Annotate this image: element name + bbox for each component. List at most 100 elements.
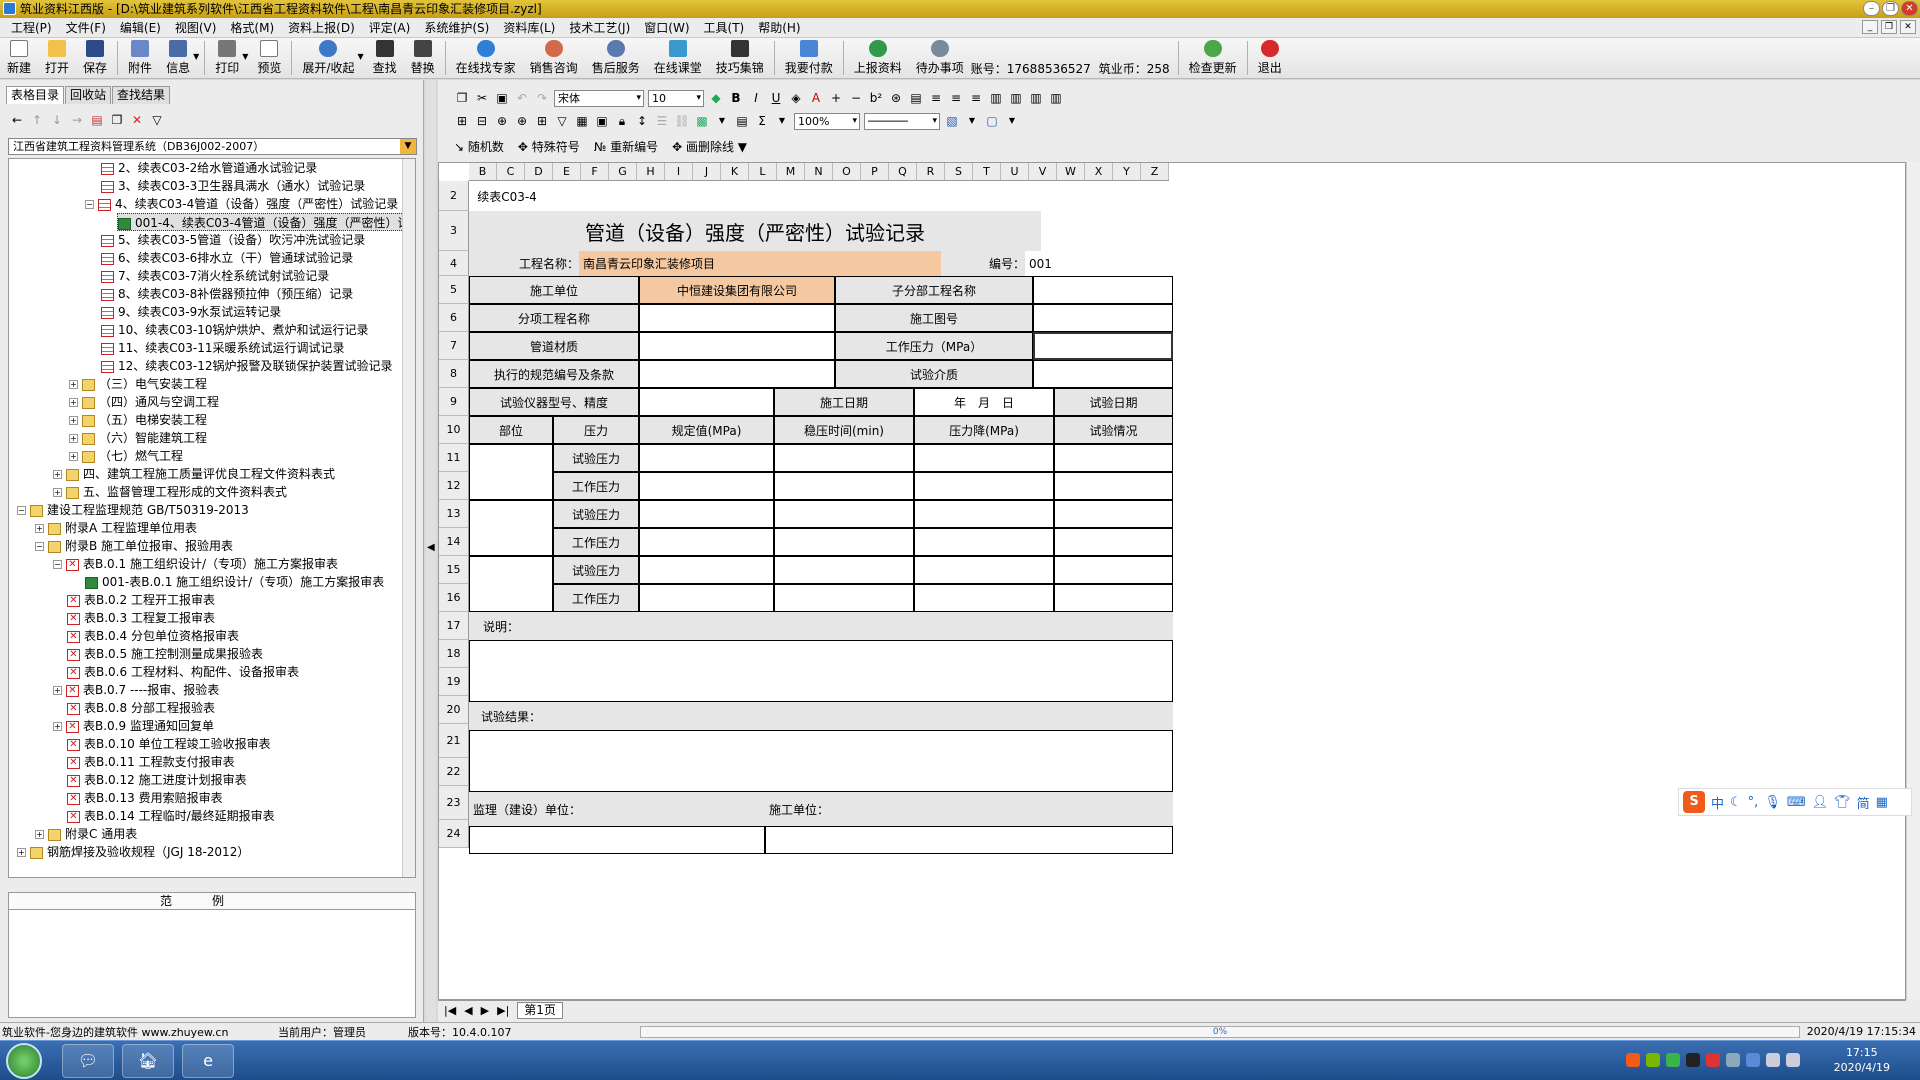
collapse-icon[interactable]: −	[53, 560, 62, 569]
arrow-up-icon[interactable]: ↑	[30, 113, 44, 127]
first-sheet-icon[interactable]: |◀	[444, 1004, 456, 1017]
spec-value-field[interactable]	[639, 500, 774, 528]
project-name-field[interactable]: 南昌青云印象汇装修项目	[579, 251, 941, 276]
expand-icon[interactable]: +	[53, 722, 62, 731]
tab-table-catalog[interactable]: 表格目录	[6, 86, 65, 104]
exit-button[interactable]: 退出	[1251, 38, 1289, 78]
sum-dropdown-icon[interactable]: ▼	[774, 113, 790, 129]
mdi-restore-button[interactable]: ❐	[1881, 20, 1897, 34]
menu-format[interactable]: 格式(M)	[223, 19, 281, 36]
tree-item[interactable]: ✕ 表B.0.12 施工进度计划报审表	[67, 771, 247, 789]
tree-item[interactable]: ✕ 表B.0.13 费用索赔报审表	[67, 789, 223, 807]
align-center-icon[interactable]: ≡	[948, 90, 964, 106]
column-header-cell[interactable]: Q	[889, 163, 917, 180]
tree-item[interactable]: − 4、续表C03-4管道（设备）强度（严密性）试验记录	[85, 195, 398, 213]
print-button[interactable]: 打印	[208, 38, 246, 78]
tree-item[interactable]: ✕ 表B.0.3 工程复工报审表	[67, 609, 215, 627]
qq-tray-icon[interactable]	[1686, 1053, 1700, 1067]
time-value-field[interactable]	[774, 528, 914, 556]
save-button[interactable]: 保存	[76, 38, 114, 78]
undo-icon[interactable]: ↶	[514, 90, 530, 106]
column-header-cell[interactable]: J	[693, 163, 721, 180]
barcode2-icon[interactable]: ▥	[1028, 90, 1044, 106]
spec-value-field[interactable]	[639, 584, 774, 612]
superscript-icon[interactable]: b²	[868, 90, 884, 106]
status-value-field[interactable]	[1054, 584, 1173, 612]
special-symbol-button[interactable]: ✥ 特殊符号	[518, 138, 580, 155]
column-header-cell[interactable]: H	[637, 163, 665, 180]
text-color-icon[interactable]: ◆	[708, 90, 724, 106]
tree-item[interactable]: + ✕ 表B.0.9 监理通知回复单	[53, 717, 214, 735]
menu-help[interactable]: 帮助(H)	[751, 19, 807, 36]
sub-project-field[interactable]	[1033, 276, 1173, 304]
online-class-button[interactable]: 在线课堂	[647, 38, 709, 78]
sales-consult-button[interactable]: 销售咨询	[523, 38, 585, 78]
column-header-cell[interactable]: P	[861, 163, 889, 180]
drawing-no-field[interactable]	[1033, 304, 1173, 332]
expand-icon[interactable]: +	[69, 398, 78, 407]
column-header-cell[interactable]: D	[525, 163, 553, 180]
tree-item[interactable]: 8、续表C03-8补偿器预拉伸（预压缩）记录	[101, 285, 353, 303]
row-header-cell[interactable]: 19	[439, 668, 469, 696]
collapse-icon[interactable]: −	[85, 200, 94, 209]
column-header-cell[interactable]: M	[777, 163, 805, 180]
arrow-left-icon[interactable]: ←	[10, 113, 24, 127]
tree-item[interactable]: + 钢筋焊接及验收规程（JGJ 18-2012）	[17, 843, 249, 861]
column-header-cell[interactable]: S	[945, 163, 973, 180]
font-select[interactable]: 宋体	[554, 89, 644, 107]
result-field[interactable]	[553, 702, 1173, 730]
start-button[interactable]	[6, 1043, 42, 1079]
fill-color-icon[interactable]: ◈	[788, 90, 804, 106]
minimize-button[interactable]: –	[1863, 1, 1880, 16]
tree-item[interactable]: + （五）电梯安装工程	[69, 411, 207, 429]
font-color-icon[interactable]: A	[808, 90, 824, 106]
status-value-field[interactable]	[1054, 500, 1173, 528]
standard-field[interactable]	[639, 360, 835, 388]
column-header-cell[interactable]: I	[665, 163, 693, 180]
expand-collapse-button[interactable]: 展开/收起	[295, 38, 361, 78]
mdi-close-button[interactable]: ✕	[1900, 20, 1916, 34]
moon-icon[interactable]: ☾	[1730, 795, 1742, 810]
picture-icon[interactable]: ▩	[694, 113, 710, 129]
underline-icon[interactable]: U	[768, 90, 784, 106]
ie-taskbar-icon[interactable]: e	[182, 1044, 234, 1078]
merge-icon[interactable]: ⊞	[454, 113, 470, 129]
picture-dropdown-icon[interactable]: ▼	[714, 113, 730, 129]
tree-item[interactable]: + 四、建筑工程施工质量评优良工程文件资料表式	[53, 465, 335, 483]
item-project-field[interactable]	[639, 304, 835, 332]
preview-button[interactable]: 预览	[250, 38, 288, 78]
status-value-field[interactable]	[1054, 444, 1173, 472]
tab-recycle-bin[interactable]: 回收站	[65, 86, 112, 104]
tree-item[interactable]: − 附录B 施工单位报审、报验用表	[35, 537, 233, 555]
spec-value-field[interactable]	[639, 472, 774, 500]
spec-value-field[interactable]	[639, 528, 774, 556]
column-header-cell[interactable]: C	[497, 163, 525, 180]
lock-icon[interactable]: 🔒︎	[614, 113, 630, 129]
line-style-select[interactable]: ──────	[864, 112, 940, 130]
builder-sign-field[interactable]	[765, 826, 1173, 854]
row-header-cell[interactable]: 22	[439, 758, 469, 786]
ime-mode[interactable]: 中	[1711, 793, 1724, 812]
keyboard-icon[interactable]: ⌨	[1787, 795, 1806, 810]
signal-tray-icon[interactable]	[1786, 1053, 1800, 1067]
copy-format-icon[interactable]: ❐	[454, 90, 470, 106]
row-header-cell[interactable]: 7	[439, 332, 469, 360]
last-sheet-icon[interactable]: ▶|	[497, 1004, 509, 1017]
tab-search-results[interactable]: 查找结果	[112, 86, 171, 104]
expand-icon[interactable]: +	[17, 848, 26, 857]
construction-date-field[interactable]: 年 月 日	[914, 388, 1054, 416]
tree-item[interactable]: ✕ 表B.0.10 单位工程竣工验收报审表	[67, 735, 271, 753]
instrument-field[interactable]	[639, 388, 774, 416]
drop-value-field[interactable]	[914, 472, 1054, 500]
align-distribute-icon[interactable]: ▥	[988, 90, 1004, 106]
column-header-cell[interactable]: U	[1001, 163, 1029, 180]
renumber-button[interactable]: № 重新编号	[594, 138, 658, 155]
filter2-icon[interactable]: ▽	[554, 113, 570, 129]
drop-value-field[interactable]	[914, 444, 1054, 472]
row-header-cell[interactable]: 17	[439, 612, 469, 640]
remark-field[interactable]	[533, 612, 1173, 640]
tree-item[interactable]: + ✕ 表B.0.7 ----报审、报验表	[53, 681, 219, 699]
check-update-button[interactable]: 检查更新	[1182, 38, 1244, 78]
drop-value-field[interactable]	[914, 500, 1054, 528]
tree-item[interactable]: 001-表B.0.1 施工组织设计/（专项）施工方案报审表	[85, 573, 384, 591]
